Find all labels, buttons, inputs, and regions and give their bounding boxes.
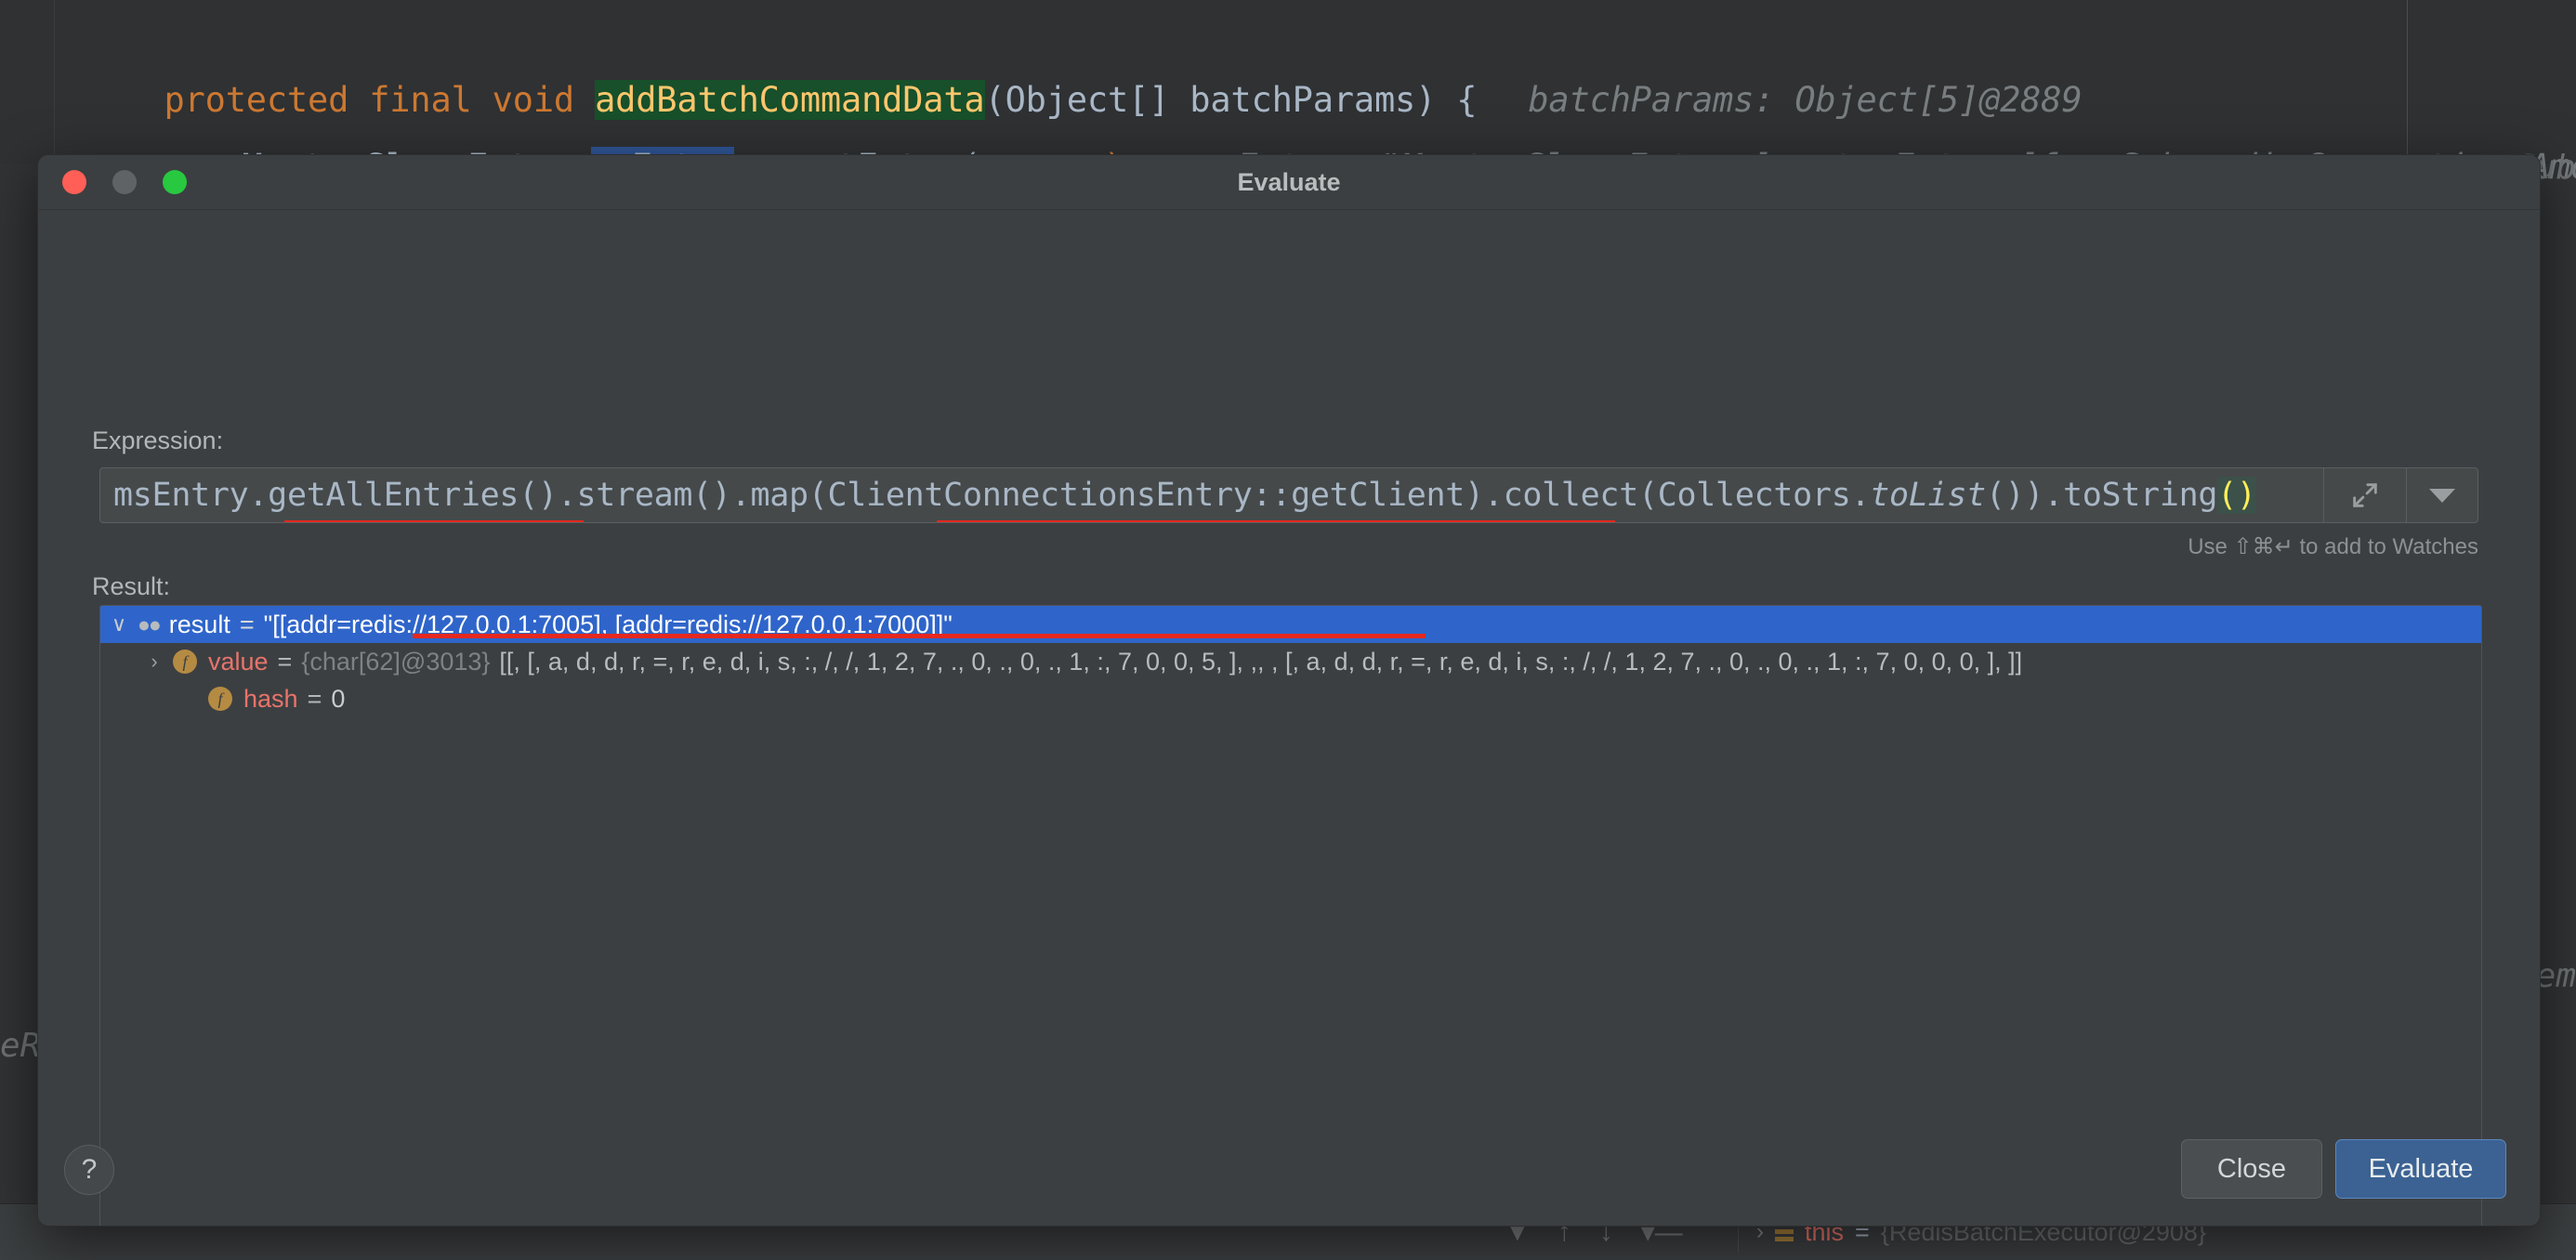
- result-icon: ●●: [138, 611, 162, 637]
- evaluate-dialog[interactable]: Evaluate Expression: msEntry.getAllEntri…: [37, 154, 2541, 1227]
- expression-input[interactable]: msEntry.getAllEntries().stream().map(Cli…: [99, 467, 2323, 523]
- dialog-title: Evaluate: [1237, 167, 1341, 196]
- value-node-value: [[, [, a, d, d, r, =, r, e, d, i, s, :, …: [499, 647, 2023, 676]
- value-node-equals: =: [277, 647, 293, 676]
- minimize-window-dot[interactable]: [112, 170, 137, 194]
- code-line-1: protected final void addBatchCommandData…: [41, 0, 2083, 120]
- expression-row[interactable]: msEntry.getAllEntries().stream().map(Cli…: [99, 467, 2478, 523]
- expand-toggle-icon[interactable]: ›: [136, 650, 173, 674]
- hash-node-value: 0: [331, 684, 346, 713]
- close-window-dot[interactable]: [62, 170, 86, 194]
- dialog-titlebar[interactable]: Evaluate: [38, 155, 2540, 210]
- tree-row-value[interactable]: › f value = {char[62]@3013} [[, [, a, d,…: [100, 643, 2481, 680]
- expand-icon[interactable]: [2323, 467, 2406, 523]
- dialog-footer: ? Close Evaluate: [38, 1124, 2540, 1226]
- evaluate-button[interactable]: Evaluate: [2335, 1139, 2506, 1199]
- field-icon: f: [173, 650, 197, 674]
- expression-part-1: msEntry.getAllEntries().stream().map(Cli…: [113, 477, 1871, 514]
- field-icon: f: [208, 687, 232, 711]
- expression-label: Expression:: [92, 427, 224, 454]
- editor-area[interactable]: protected final void addBatchCommandData…: [0, 0, 2576, 187]
- result-node-name: result: [168, 610, 230, 638]
- watch-hint: Use ⇧⌘↵ to add to Watches: [2188, 534, 2478, 559]
- dialog-body: Expression: msEntry.getAllEntries().stre…: [38, 210, 2540, 1226]
- chevron-down-icon: [2429, 488, 2455, 503]
- result-node-equals: =: [239, 610, 255, 638]
- close-button[interactable]: Close: [2181, 1139, 2322, 1199]
- expression-part-italic: toList: [1870, 477, 1986, 514]
- expression-error-underline-2: [937, 520, 1615, 522]
- help-button[interactable]: ?: [64, 1145, 114, 1195]
- hash-node-name: hash: [243, 684, 298, 713]
- editor-right-margin-line: [2407, 0, 2408, 164]
- result-error-underline: [412, 633, 1426, 638]
- result-node-value-wrap: "[[addr=redis://127.0.0.1:7005], [addr=r…: [264, 610, 1426, 639]
- code-line-2: MasterSlaveEntry msEntry = getEntry(sour…: [119, 67, 2576, 187]
- tree-row-hash[interactable]: f hash = 0: [100, 680, 2481, 717]
- expression-error-underline-1: [284, 520, 584, 522]
- expand-toggle-icon[interactable]: ∨: [100, 612, 138, 637]
- expression-part-2: ()).toString: [1985, 477, 2218, 514]
- hash-node-equals: =: [307, 684, 322, 713]
- result-label: Result:: [92, 572, 171, 600]
- value-node-type: {char[62]@3013}: [301, 647, 491, 676]
- expression-bracket-highlight: (): [2217, 477, 2256, 514]
- maximize-window-dot[interactable]: [163, 170, 187, 194]
- expression-history-button[interactable]: [2406, 467, 2478, 523]
- expression-text: msEntry.getAllEntries().stream().map(Cli…: [113, 477, 2256, 514]
- tree-row-result[interactable]: ∨ ●● result = "[[addr=redis://127.0.0.1:…: [100, 606, 2481, 643]
- window-controls[interactable]: [62, 170, 187, 194]
- value-node-name: value: [208, 647, 269, 676]
